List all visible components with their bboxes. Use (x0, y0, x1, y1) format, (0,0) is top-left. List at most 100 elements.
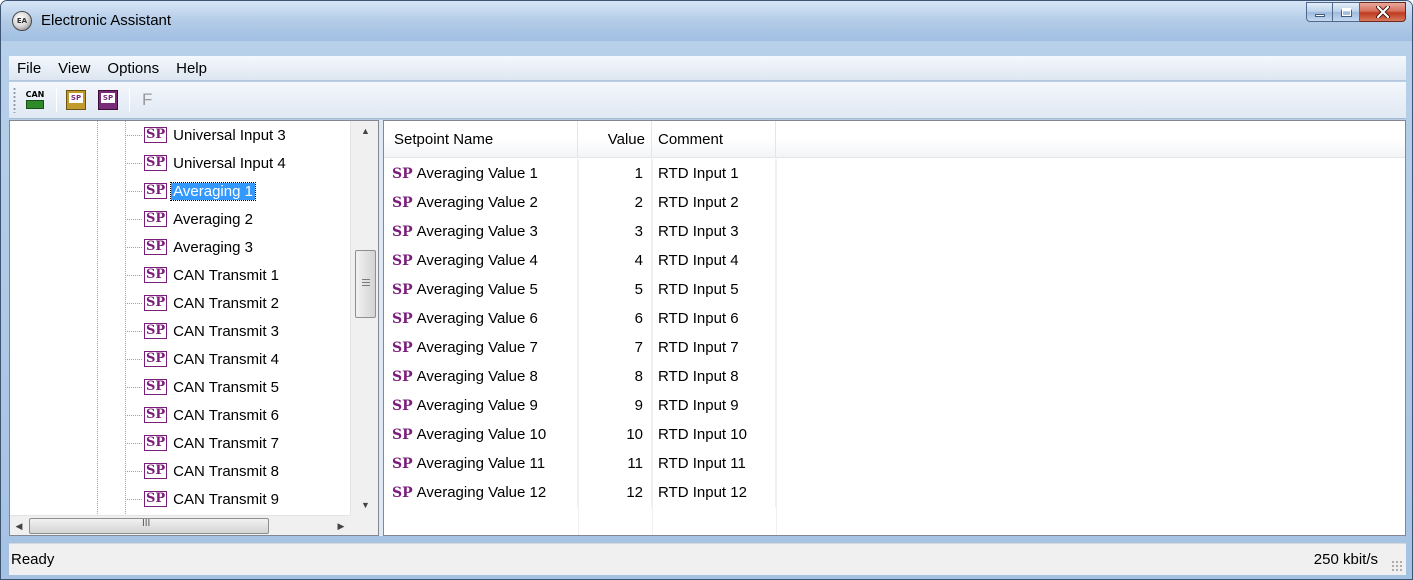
tree-item[interactable]: SP CAN Transmit 3 (144, 320, 281, 342)
setpoint-comment: RTD Input 1 (652, 159, 776, 188)
setpoint-name-cell: SP Averaging Value 11 (384, 449, 578, 478)
tree-item[interactable]: SP CAN Transmit 2 (144, 292, 281, 314)
setpoint-value: 4 (578, 246, 652, 275)
tree-item[interactable]: SP CAN Transmit 4 (144, 348, 281, 370)
setpoint-name: Averaging Value 8 (416, 368, 538, 385)
scroll-up-icon[interactable]: ▲ (351, 121, 378, 141)
title-bar[interactable]: EA Electronic Assistant (1, 1, 1412, 41)
setpoint-name-cell: SP Averaging Value 8 (384, 362, 578, 391)
setpoint-value: 8 (578, 362, 652, 391)
resize-grip-icon[interactable] (1391, 560, 1403, 572)
toolbar: CAN SP SP F (9, 82, 1406, 119)
sp-badge-icon: SP (144, 491, 168, 507)
setpoint-tree[interactable]: SP Universal Input 3 SP Universal Input 4 … (9, 120, 379, 536)
tree-item-label: Universal Input 3 (173, 126, 286, 144)
table-row[interactable]: SP Averaging Value 6 6 RTD Input 6 (384, 304, 1405, 333)
tree-item-label: Averaging 2 (173, 210, 253, 228)
setpoint-comment: RTD Input 2 (652, 188, 776, 217)
f-button[interactable]: F (142, 90, 152, 110)
setpoint-name: Averaging Value 9 (416, 397, 538, 414)
setpoint-name: Averaging Value 10 (416, 426, 547, 443)
open-setpoint-button[interactable]: SP (63, 87, 89, 113)
table-row[interactable]: SP Averaging Value 1 1 RTD Input 1 (384, 159, 1405, 188)
maximize-button[interactable] (1333, 2, 1360, 22)
tree-item[interactable]: SP Universal Input 4 (144, 152, 288, 174)
table-row[interactable]: SP Averaging Value 2 2 RTD Input 2 (384, 188, 1405, 217)
scroll-corner (350, 515, 378, 535)
table-row[interactable]: SP Averaging Value 5 5 RTD Input 5 (384, 275, 1405, 304)
save-setpoint-icon-label: SP (101, 93, 115, 103)
menu-bar: File View Options Help (9, 56, 1406, 81)
menu-options[interactable]: Options (99, 60, 168, 77)
setpoint-comment: RTD Input 10 (652, 420, 776, 449)
sp-icon: SP (392, 397, 413, 414)
table-row[interactable]: SP Averaging Value 11 11 RTD Input 11 (384, 449, 1405, 478)
maximize-icon (1340, 7, 1352, 17)
table-row[interactable]: SP Averaging Value 9 9 RTD Input 9 (384, 391, 1405, 420)
tree-item-label: CAN Transmit 5 (173, 378, 280, 396)
table-row[interactable]: SP Averaging Value 7 7 RTD Input 7 (384, 333, 1405, 362)
close-button[interactable] (1360, 2, 1406, 22)
table-row[interactable]: SP Averaging Value 8 8 RTD Input 8 (384, 362, 1405, 391)
setpoint-comment: RTD Input 4 (652, 246, 776, 275)
tree-item[interactable]: SP CAN Transmit 1 (144, 264, 281, 286)
toolbar-grip[interactable] (13, 87, 16, 113)
setpoint-list[interactable]: Setpoint Name Value Comment SP Averaging … (383, 120, 1406, 536)
sp-badge-icon: SP (144, 407, 168, 423)
sp-badge-icon: SP (144, 267, 168, 283)
tree-item[interactable]: SP CAN Transmit 9 (144, 488, 281, 510)
setpoint-value: 11 (578, 449, 652, 478)
tree-item-label: CAN Transmit 7 (173, 434, 280, 452)
table-row[interactable]: SP Averaging Value 3 3 RTD Input 3 (384, 217, 1405, 246)
tree-item[interactable]: SP CAN Transmit 7 (144, 432, 281, 454)
menu-file[interactable]: File (9, 60, 50, 77)
setpoint-comment: RTD Input 3 (652, 217, 776, 246)
scroll-grip-label: III (142, 518, 151, 529)
setpoint-comment: RTD Input 7 (652, 333, 776, 362)
setpoint-comment: RTD Input 12 (652, 478, 776, 507)
app-window: EA Electronic Assistant File View Option… (0, 0, 1413, 580)
tree-item[interactable]: SP Universal Input 3 (144, 124, 288, 146)
menu-help[interactable]: Help (168, 60, 216, 77)
sp-icon: SP (392, 339, 413, 356)
minimize-button[interactable] (1306, 2, 1333, 22)
scroll-right-icon[interactable]: ▶ (332, 516, 350, 535)
tree-item[interactable]: SP Averaging 2 (144, 208, 255, 230)
horizontal-scroll-thumb[interactable]: III (29, 518, 269, 534)
setpoint-name: Averaging Value 1 (416, 165, 538, 182)
sp-icon: SP (392, 194, 413, 211)
tree-item-selected[interactable]: SP Averaging 1 (144, 180, 256, 202)
setpoint-comment: RTD Input 9 (652, 391, 776, 420)
scroll-down-icon[interactable]: ▼ (351, 495, 378, 515)
tree-item[interactable]: SP CAN Transmit 5 (144, 376, 281, 398)
tree-item[interactable]: SP CAN Transmit 6 (144, 404, 281, 426)
setpoint-value: 12 (578, 478, 652, 507)
save-setpoint-button[interactable]: SP (95, 87, 121, 113)
setpoint-name: Averaging Value 2 (416, 194, 538, 211)
column-header-comment[interactable]: Comment (652, 121, 776, 158)
tree-vertical-scrollbar[interactable]: ▲ ▼ (350, 121, 378, 515)
sp-badge-icon: SP (144, 351, 168, 367)
app-icon[interactable]: EA (12, 11, 32, 31)
setpoint-comment: RTD Input 8 (652, 362, 776, 391)
scroll-left-icon[interactable]: ◀ (10, 516, 28, 535)
tree-horizontal-scrollbar[interactable]: ◀ III ▶ (10, 515, 350, 535)
table-row[interactable]: SP Averaging Value 10 10 RTD Input 10 (384, 420, 1405, 449)
table-row[interactable]: SP Averaging Value 4 4 RTD Input 4 (384, 246, 1405, 275)
vertical-scroll-thumb[interactable] (355, 250, 376, 318)
setpoint-name: Averaging Value 12 (416, 484, 547, 501)
tree-item-label: CAN Transmit 1 (173, 266, 280, 284)
menu-view[interactable]: View (50, 60, 99, 77)
sp-icon: SP (392, 426, 413, 443)
column-header-value[interactable]: Value (578, 121, 652, 158)
list-header: Setpoint Name Value Comment (384, 121, 1405, 158)
setpoint-name: Averaging Value 3 (416, 223, 538, 240)
table-row[interactable]: SP Averaging Value 12 12 RTD Input 12 (384, 478, 1405, 507)
sp-icon: SP (392, 368, 413, 385)
setpoint-value: 10 (578, 420, 652, 449)
tree-item[interactable]: SP Averaging 3 (144, 236, 255, 258)
can-connect-button[interactable]: CAN (22, 87, 48, 113)
tree-item[interactable]: SP CAN Transmit 8 (144, 460, 281, 482)
column-header-setpoint-name[interactable]: Setpoint Name (384, 121, 578, 158)
status-text: Ready (11, 551, 55, 568)
